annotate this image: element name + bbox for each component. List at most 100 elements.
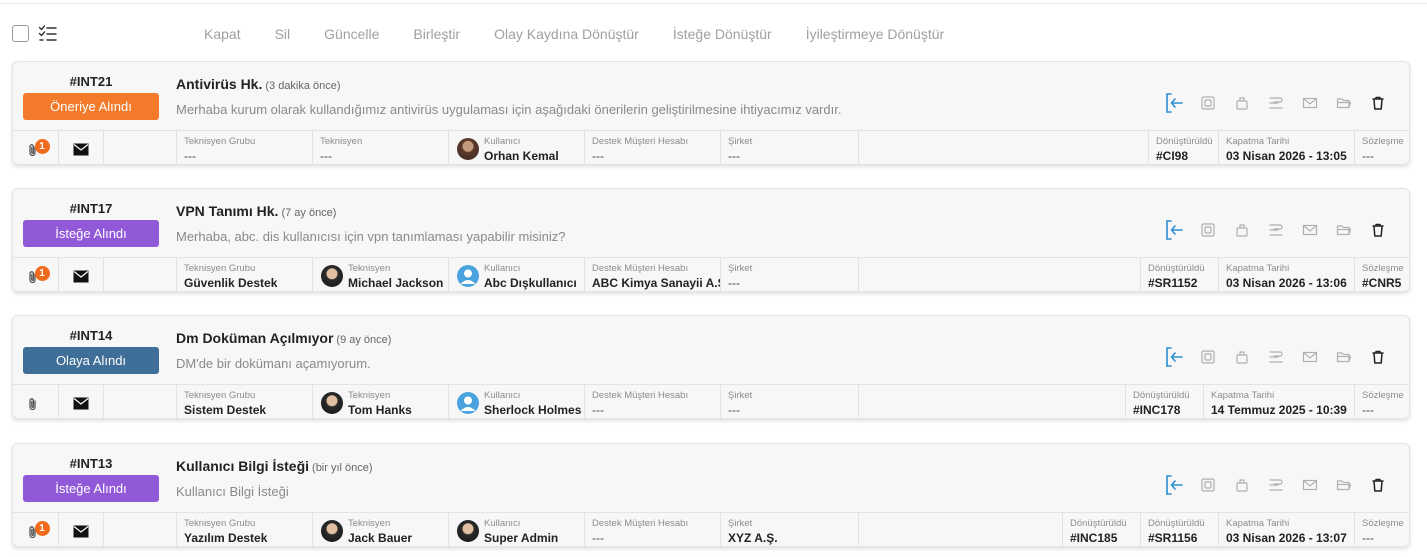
company-field: Şirket --- (721, 258, 859, 291)
login-icon[interactable] (1157, 474, 1191, 496)
account-field-label: Destek Müşteri Hesabı (592, 263, 689, 274)
bulk-action-4[interactable]: Olay Kaydına Dönüştür (477, 26, 656, 42)
ticket-description: Kullanıcı Bilgi İsteği (176, 484, 289, 499)
ticket-id[interactable]: #INT21 (23, 74, 159, 89)
mail-icon[interactable] (73, 397, 89, 410)
ticket-actions (1157, 346, 1395, 368)
mail-cell[interactable] (59, 258, 104, 291)
company-field-value: --- (728, 276, 740, 290)
attachment-cell[interactable]: 1 (13, 131, 59, 164)
merge-icon[interactable] (1259, 474, 1293, 496)
bulk-action-5[interactable]: İsteğe Dönüştür (656, 26, 789, 42)
ticket-title[interactable]: Antivirüs Hk. (3 dakika önce) (176, 76, 341, 92)
merge-icon[interactable] (1259, 219, 1293, 241)
merge-icon[interactable] (1259, 346, 1293, 368)
ticket-id[interactable]: #INT17 (23, 201, 159, 216)
ticket-title[interactable]: Dm Doküman Açılmıyor (9 ay önce) (176, 330, 391, 346)
ticket-title[interactable]: Kullanıcı Bilgi İsteği (bir yıl önce) (176, 458, 373, 474)
bag-icon[interactable] (1225, 219, 1259, 241)
contract-field-value: #CNR5 (1362, 276, 1402, 290)
contract-field: Sözleşme --- (1355, 513, 1409, 546)
attachment-cell[interactable]: 1 (13, 258, 59, 291)
bulk-actions: Kapat Sil Güncelle Birleştir Olay Kaydına Dö… (187, 18, 961, 50)
account-field: Destek Müşteri Hesabı --- (585, 385, 721, 418)
ticket-card[interactable]: #INT13 İsteğe Alındı Kullanıcı Bilgi İsteğ… (12, 443, 1410, 547)
mail-outline-icon[interactable] (1293, 346, 1327, 368)
login-icon[interactable] (1157, 346, 1191, 368)
bulk-action-0[interactable]: Kapat (187, 26, 258, 42)
mail-icon[interactable] (73, 143, 89, 156)
copy-icon[interactable] (1191, 346, 1225, 368)
attachment-cell[interactable]: 1 (13, 513, 59, 546)
converted-field: Dönüştürüldü #SR1156 (1141, 513, 1219, 546)
copy-icon[interactable] (1191, 219, 1225, 241)
converted-field-label: Dönüştürüldü (1156, 136, 1213, 147)
trash-icon[interactable] (1361, 346, 1395, 368)
checklist-icon[interactable] (38, 24, 58, 44)
trash-icon[interactable] (1361, 92, 1395, 114)
mail-outline-icon[interactable] (1293, 474, 1327, 496)
attachment-count-badge: 1 (34, 139, 50, 154)
converted-field-label: Dönüştürüldü (1070, 518, 1127, 529)
folder-icon[interactable] (1327, 92, 1361, 114)
bulk-action-6[interactable]: İyileştirmeye Dönüştür (789, 26, 962, 42)
copy-icon[interactable] (1191, 474, 1225, 496)
ticket-title-text[interactable]: Antivirüs Hk. (176, 76, 262, 92)
mail-cell[interactable] (59, 131, 104, 164)
ticket-title-text[interactable]: VPN Tanımı Hk. (176, 203, 278, 219)
bulk-action-3[interactable]: Birleştir (396, 26, 477, 42)
ticket-card[interactable]: #INT17 İsteğe Alındı VPN Tanımı Hk. (7 ay ö… (12, 188, 1410, 292)
ticket-title[interactable]: VPN Tanımı Hk. (7 ay önce) (176, 203, 336, 219)
spacer-cell (859, 131, 1149, 164)
close-date-field-value: 03 Nisan 2026 - 13:07 (1226, 531, 1347, 545)
attachment[interactable] (22, 393, 50, 413)
mail-cell[interactable] (59, 513, 104, 546)
bulk-action-1[interactable]: Sil (258, 26, 308, 42)
attachment[interactable]: 1 (22, 521, 50, 541)
ticket-card[interactable]: #INT21 Öneriye Alındı Antivirüs Hk. (3 daki… (12, 61, 1410, 165)
mail-icon[interactable] (73, 525, 89, 538)
tech-group-field: Teknisyen Grubu Güvenlik Destek (177, 258, 313, 291)
tech-group-field-value: Güvenlik Destek (184, 276, 278, 290)
bag-icon[interactable] (1225, 474, 1259, 496)
login-icon[interactable] (1157, 92, 1191, 114)
bulk-toolbar: Kapat Sil Güncelle Birleştir Olay Kaydına Dö… (0, 18, 1427, 50)
merge-icon[interactable] (1259, 92, 1293, 114)
folder-icon[interactable] (1327, 346, 1361, 368)
ticket-details: 1 Teknisyen Grubu --- Teknisyen --- Kullanıcı… (13, 130, 1409, 164)
trash-icon[interactable] (1361, 474, 1395, 496)
attachment[interactable]: 1 (22, 266, 50, 286)
mail-outline-icon[interactable] (1293, 219, 1327, 241)
ticket-title-text[interactable]: Kullanıcı Bilgi İsteği (176, 458, 309, 474)
ticket-card[interactable]: #INT14 Olaya Alındı Dm Doküman Açılmıyor (9… (12, 315, 1410, 419)
ticket-description: Merhaba kurum olarak kullandığımız antiv… (176, 102, 842, 117)
close-date-field: Kapatma Tarihi 03 Nisan 2026 - 13:05 (1219, 131, 1355, 164)
company-field: Şirket --- (721, 385, 859, 418)
mail-cell[interactable] (59, 385, 104, 418)
bag-icon[interactable] (1225, 346, 1259, 368)
mail-icon[interactable] (73, 270, 89, 283)
select-all-checkbox[interactable] (12, 25, 29, 42)
ticket-age: (7 ay önce) (281, 207, 337, 219)
converted-field-label: Dönüştürüldü (1148, 263, 1205, 274)
user-field-value: Super Admin (484, 531, 559, 545)
folder-icon[interactable] (1327, 219, 1361, 241)
folder-icon[interactable] (1327, 474, 1361, 496)
attachment-cell[interactable] (13, 385, 59, 418)
technician-field: Teknisyen Michael Jackson (313, 258, 449, 291)
mail-outline-icon[interactable] (1293, 92, 1327, 114)
ticket-title-text[interactable]: Dm Doküman Açılmıyor (176, 330, 333, 346)
bulk-action-2[interactable]: Güncelle (307, 26, 396, 42)
technician-field-label: Teknisyen (320, 136, 363, 147)
attachment[interactable]: 1 (22, 139, 50, 159)
spacer-cell (859, 513, 1063, 546)
bag-icon[interactable] (1225, 92, 1259, 114)
ticket-id[interactable]: #INT13 (23, 456, 159, 471)
trash-icon[interactable] (1361, 219, 1395, 241)
copy-icon[interactable] (1191, 92, 1225, 114)
ticket-description: DM'de bir dokümanı açamıyorum. (176, 356, 371, 371)
converted-field-value: #CI98 (1156, 149, 1189, 163)
login-icon[interactable] (1157, 219, 1191, 241)
ticket-id[interactable]: #INT14 (23, 328, 159, 343)
ticket-details: 1 Teknisyen Grubu Güvenlik Destek Teknisyen… (13, 257, 1409, 291)
